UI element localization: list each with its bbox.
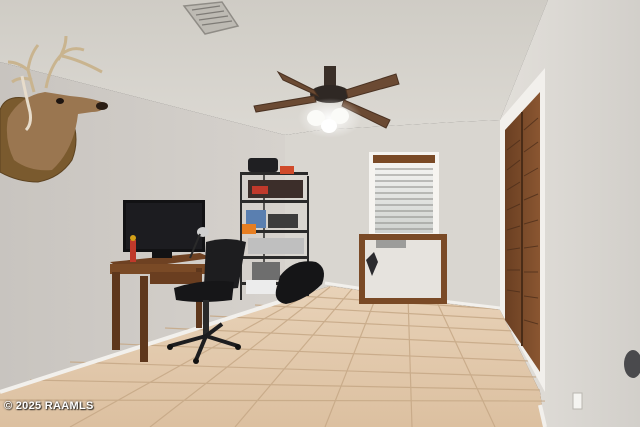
wall-outlet	[572, 392, 583, 410]
window	[369, 152, 439, 236]
photo-watermark: © 2025 RAAMLS	[4, 400, 94, 412]
figurine	[130, 235, 136, 262]
room-photo	[0, 0, 640, 427]
floor-mirror	[359, 234, 447, 304]
